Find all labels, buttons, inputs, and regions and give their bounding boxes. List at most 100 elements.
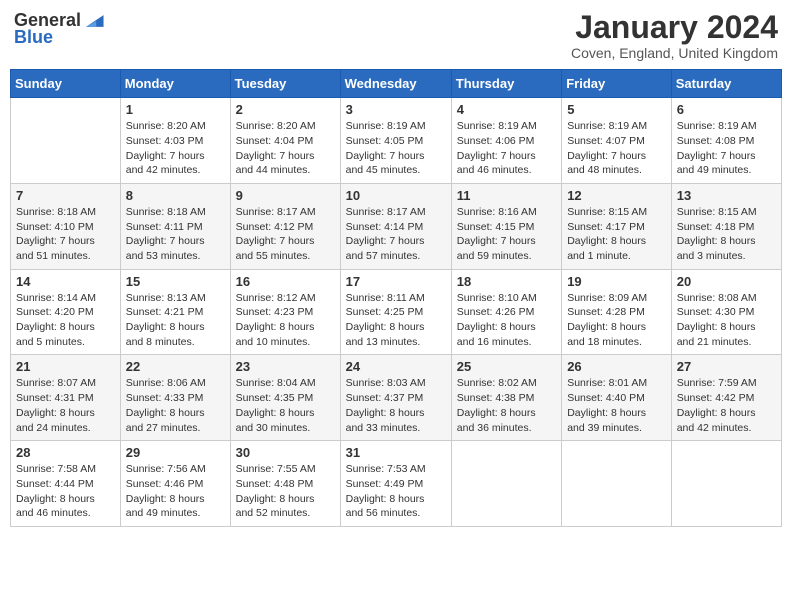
day-number: 30	[236, 445, 335, 460]
calendar-cell	[562, 441, 672, 527]
day-number: 17	[346, 274, 446, 289]
day-number: 20	[677, 274, 776, 289]
header-sunday: Sunday	[11, 70, 121, 98]
day-number: 26	[567, 359, 666, 374]
calendar-cell: 5 Sunrise: 8:19 AMSunset: 4:07 PMDaylight…	[562, 98, 672, 184]
day-number: 5	[567, 102, 666, 117]
calendar-cell: 27 Sunrise: 7:59 AMSunset: 4:42 PMDayligh…	[671, 355, 781, 441]
logo: General Blue	[14, 10, 105, 48]
day-info: Sunrise: 8:14 AMSunset: 4:20 PMDaylight:…	[16, 291, 115, 350]
day-number: 15	[126, 274, 225, 289]
day-number: 2	[236, 102, 335, 117]
calendar-cell: 13 Sunrise: 8:15 AMSunset: 4:18 PMDayligh…	[671, 183, 781, 269]
day-info: Sunrise: 7:58 AMSunset: 4:44 PMDaylight:…	[16, 462, 115, 521]
day-info: Sunrise: 8:19 AMSunset: 4:06 PMDaylight:…	[457, 119, 556, 178]
week-row-4: 21 Sunrise: 8:07 AMSunset: 4:31 PMDayligh…	[11, 355, 782, 441]
day-info: Sunrise: 8:17 AMSunset: 4:14 PMDaylight:…	[346, 205, 446, 264]
header-saturday: Saturday	[671, 70, 781, 98]
header-monday: Monday	[120, 70, 230, 98]
calendar-cell: 25 Sunrise: 8:02 AMSunset: 4:38 PMDayligh…	[451, 355, 561, 441]
calendar-cell	[671, 441, 781, 527]
day-info: Sunrise: 8:15 AMSunset: 4:18 PMDaylight:…	[677, 205, 776, 264]
day-info: Sunrise: 8:08 AMSunset: 4:30 PMDaylight:…	[677, 291, 776, 350]
calendar-cell: 19 Sunrise: 8:09 AMSunset: 4:28 PMDayligh…	[562, 269, 672, 355]
day-number: 24	[346, 359, 446, 374]
calendar-cell: 2 Sunrise: 8:20 AMSunset: 4:04 PMDaylight…	[230, 98, 340, 184]
day-info: Sunrise: 8:18 AMSunset: 4:10 PMDaylight:…	[16, 205, 115, 264]
day-number: 18	[457, 274, 556, 289]
day-number: 22	[126, 359, 225, 374]
day-number: 8	[126, 188, 225, 203]
calendar-cell	[11, 98, 121, 184]
title-section: January 2024 Coven, England, United King…	[571, 10, 778, 61]
day-info: Sunrise: 8:09 AMSunset: 4:28 PMDaylight:…	[567, 291, 666, 350]
day-number: 11	[457, 188, 556, 203]
day-number: 12	[567, 188, 666, 203]
day-number: 13	[677, 188, 776, 203]
calendar-cell: 7 Sunrise: 8:18 AMSunset: 4:10 PMDaylight…	[11, 183, 121, 269]
day-info: Sunrise: 8:18 AMSunset: 4:11 PMDaylight:…	[126, 205, 225, 264]
day-number: 7	[16, 188, 115, 203]
week-row-3: 14 Sunrise: 8:14 AMSunset: 4:20 PMDayligh…	[11, 269, 782, 355]
header-wednesday: Wednesday	[340, 70, 451, 98]
calendar-cell: 30 Sunrise: 7:55 AMSunset: 4:48 PMDayligh…	[230, 441, 340, 527]
day-info: Sunrise: 7:59 AMSunset: 4:42 PMDaylight:…	[677, 376, 776, 435]
header-thursday: Thursday	[451, 70, 561, 98]
day-number: 3	[346, 102, 446, 117]
calendar-cell: 12Sunrise: 8:15 AMSunset: 4:17 PMDayligh…	[562, 183, 672, 269]
day-info: Sunrise: 8:12 AMSunset: 4:23 PMDaylight:…	[236, 291, 335, 350]
day-info: Sunrise: 8:13 AMSunset: 4:21 PMDaylight:…	[126, 291, 225, 350]
day-info: Sunrise: 8:20 AMSunset: 4:04 PMDaylight:…	[236, 119, 335, 178]
calendar-cell: 29 Sunrise: 7:56 AMSunset: 4:46 PMDayligh…	[120, 441, 230, 527]
day-info: Sunrise: 8:11 AMSunset: 4:25 PMDaylight:…	[346, 291, 446, 350]
day-number: 9	[236, 188, 335, 203]
day-number: 6	[677, 102, 776, 117]
day-info: Sunrise: 7:56 AMSunset: 4:46 PMDaylight:…	[126, 462, 225, 521]
day-info: Sunrise: 8:16 AMSunset: 4:15 PMDaylight:…	[457, 205, 556, 264]
day-number: 16	[236, 274, 335, 289]
calendar-cell: 10 Sunrise: 8:17 AMSunset: 4:14 PMDayligh…	[340, 183, 451, 269]
calendar-cell: 18Sunrise: 8:10 AMSunset: 4:26 PMDayligh…	[451, 269, 561, 355]
day-info: Sunrise: 8:20 AMSunset: 4:03 PMDaylight:…	[126, 119, 225, 178]
calendar-cell: 31 Sunrise: 7:53 AMSunset: 4:49 PMDayligh…	[340, 441, 451, 527]
day-info: Sunrise: 8:02 AMSunset: 4:38 PMDaylight:…	[457, 376, 556, 435]
day-number: 27	[677, 359, 776, 374]
calendar-cell	[451, 441, 561, 527]
calendar-cell: 4Sunrise: 8:19 AMSunset: 4:06 PMDaylight…	[451, 98, 561, 184]
calendar-cell: 11 Sunrise: 8:16 AMSunset: 4:15 PMDayligh…	[451, 183, 561, 269]
day-number: 19	[567, 274, 666, 289]
week-row-5: 28 Sunrise: 7:58 AMSunset: 4:44 PMDayligh…	[11, 441, 782, 527]
header-tuesday: Tuesday	[230, 70, 340, 98]
day-number: 31	[346, 445, 446, 460]
day-info: Sunrise: 8:07 AMSunset: 4:31 PMDaylight:…	[16, 376, 115, 435]
day-number: 25	[457, 359, 556, 374]
day-info: Sunrise: 7:55 AMSunset: 4:48 PMDaylight:…	[236, 462, 335, 521]
day-number: 29	[126, 445, 225, 460]
day-number: 21	[16, 359, 115, 374]
week-row-2: 7 Sunrise: 8:18 AMSunset: 4:10 PMDaylight…	[11, 183, 782, 269]
month-title: January 2024	[571, 10, 778, 45]
day-number: 1	[126, 102, 225, 117]
location-subtitle: Coven, England, United Kingdom	[571, 45, 778, 61]
header-friday: Friday	[562, 70, 672, 98]
calendar-cell: 1 Sunrise: 8:20 AMSunset: 4:03 PMDaylight…	[120, 98, 230, 184]
calendar-table: SundayMondayTuesdayWednesdayThursdayFrid…	[10, 69, 782, 527]
day-info: Sunrise: 8:19 AMSunset: 4:05 PMDaylight:…	[346, 119, 446, 178]
day-info: Sunrise: 7:53 AMSunset: 4:49 PMDaylight:…	[346, 462, 446, 521]
day-info: Sunrise: 8:19 AMSunset: 4:07 PMDaylight:…	[567, 119, 666, 178]
calendar-cell: 3 Sunrise: 8:19 AMSunset: 4:05 PMDaylight…	[340, 98, 451, 184]
day-number: 10	[346, 188, 446, 203]
day-info: Sunrise: 8:01 AMSunset: 4:40 PMDaylight:…	[567, 376, 666, 435]
calendar-cell: 16 Sunrise: 8:12 AMSunset: 4:23 PMDayligh…	[230, 269, 340, 355]
day-number: 14	[16, 274, 115, 289]
logo-icon	[83, 10, 105, 32]
week-row-1: 1 Sunrise: 8:20 AMSunset: 4:03 PMDaylight…	[11, 98, 782, 184]
day-number: 23	[236, 359, 335, 374]
day-info: Sunrise: 8:03 AMSunset: 4:37 PMDaylight:…	[346, 376, 446, 435]
day-info: Sunrise: 8:19 AMSunset: 4:08 PMDaylight:…	[677, 119, 776, 178]
day-info: Sunrise: 8:04 AMSunset: 4:35 PMDaylight:…	[236, 376, 335, 435]
day-info: Sunrise: 8:06 AMSunset: 4:33 PMDaylight:…	[126, 376, 225, 435]
calendar-cell: 28 Sunrise: 7:58 AMSunset: 4:44 PMDayligh…	[11, 441, 121, 527]
day-number: 28	[16, 445, 115, 460]
calendar-cell: 14 Sunrise: 8:14 AMSunset: 4:20 PMDayligh…	[11, 269, 121, 355]
